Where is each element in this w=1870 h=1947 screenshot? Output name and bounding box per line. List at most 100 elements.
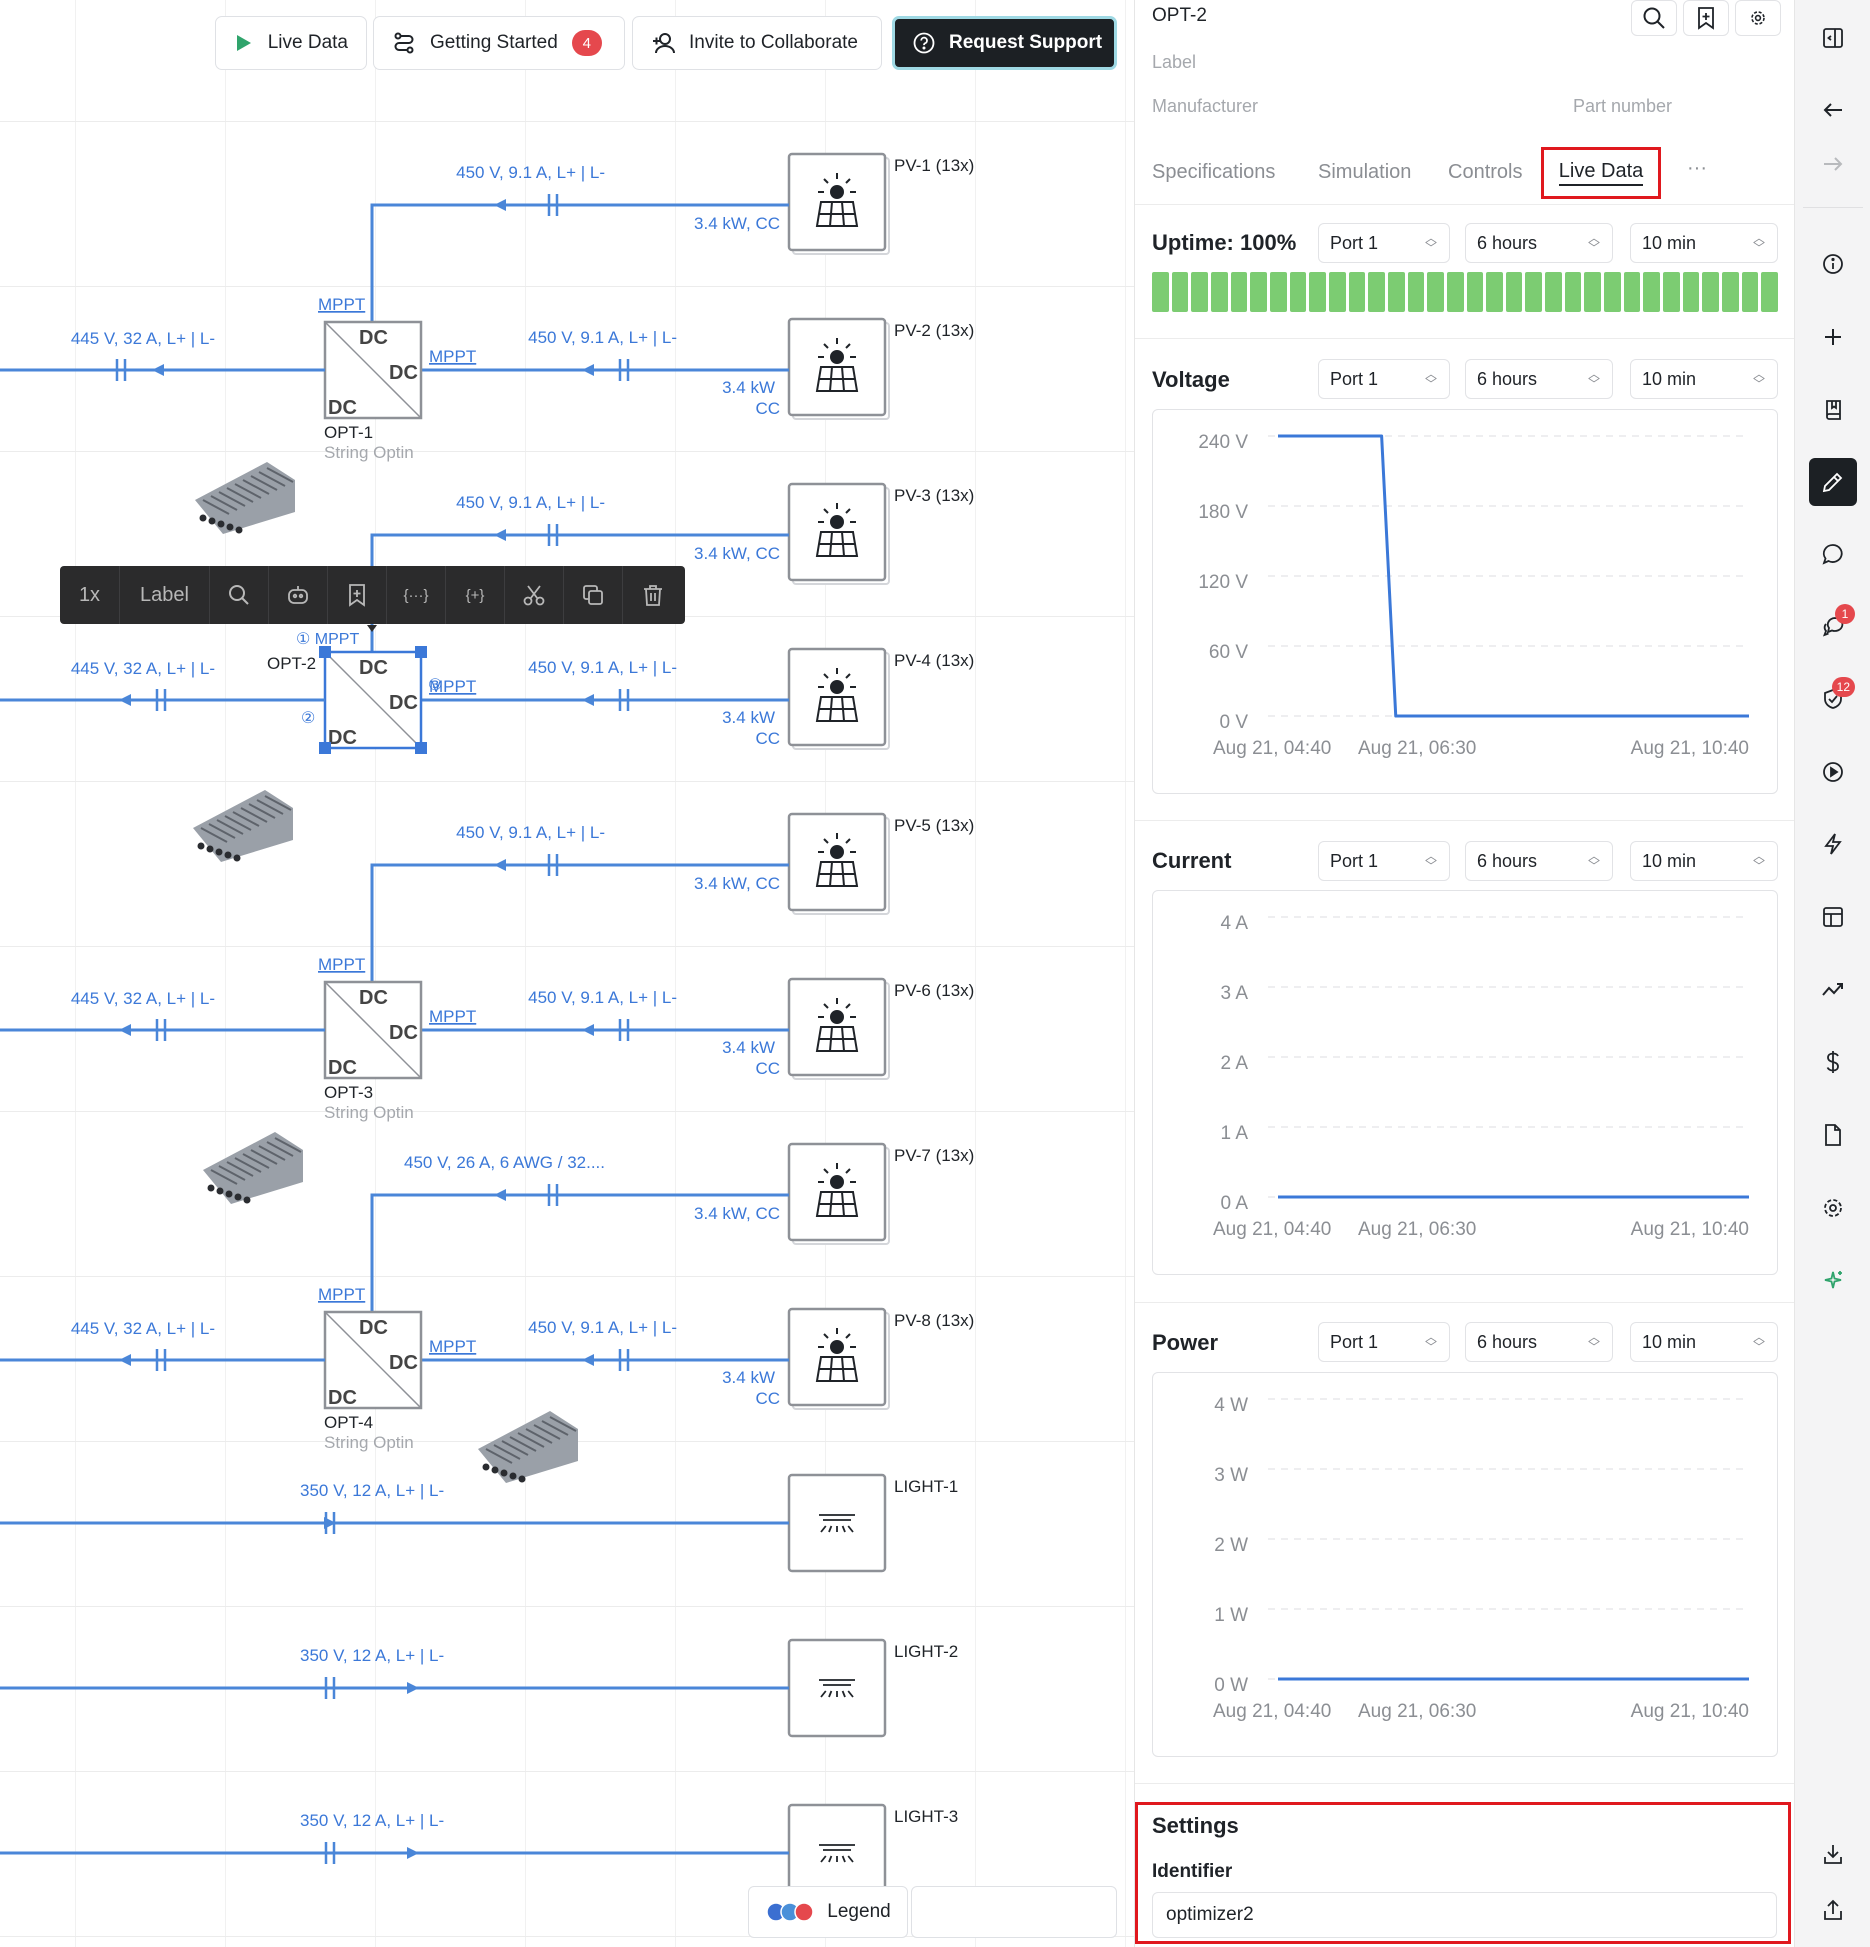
comment-icon[interactable] [1809, 530, 1857, 578]
legend-button[interactable]: Legend [748, 1886, 908, 1938]
power-title: Power [1152, 1330, 1219, 1355]
selection-toolbar: 1x Label {···} {+} [60, 566, 685, 624]
tab-specifications[interactable]: Specifications [1152, 161, 1275, 184]
share-icon[interactable] [1809, 1886, 1857, 1934]
identifier-label: Identifier [1152, 1861, 1233, 1882]
uptime-segment [1387, 272, 1405, 312]
uptime-label: Uptime: 100% [1152, 230, 1297, 255]
live-data-button[interactable]: Live Data [215, 16, 367, 70]
power-range-select[interactable]: 6 hours ︿ ﹀ [1465, 1322, 1613, 1362]
part-number-field[interactable]: Part number [1573, 96, 1672, 117]
file-icon[interactable] [1809, 1111, 1857, 1159]
gear-icon[interactable] [1809, 1184, 1857, 1232]
identifier-input[interactable]: optimizer2 [1152, 1892, 1777, 1938]
copy-icon[interactable] [564, 566, 623, 624]
tab-controls[interactable]: Controls [1448, 161, 1522, 184]
bookmark-plus-icon[interactable] [328, 566, 387, 624]
connector [509, 1472, 517, 1480]
braces-plus-icon[interactable]: {+} [446, 566, 505, 624]
connector [215, 848, 223, 856]
settings-section: Settings Identifier optimizer2 [1135, 1802, 1791, 1944]
tab-live-data[interactable]: Live Data [1541, 147, 1661, 199]
bolt-icon[interactable] [1809, 820, 1857, 868]
download-icon[interactable] [1809, 1830, 1857, 1878]
dollar-icon[interactable] [1809, 1038, 1857, 1086]
wire-label: 445 V, 32 A, L+ | L- [71, 1319, 215, 1338]
book-icon[interactable] [1809, 386, 1857, 434]
power-port-value: Port 1 [1330, 1331, 1379, 1352]
label-button[interactable]: Label [120, 566, 210, 624]
trash-icon[interactable] [623, 566, 682, 624]
uptime-interval-select[interactable]: 10 min ︿ ﹀ [1630, 223, 1778, 263]
power-interval-select[interactable]: 10 min ︿ ﹀ [1630, 1322, 1778, 1362]
trend-icon[interactable] [1809, 966, 1857, 1014]
manufacturer-field[interactable]: Manufacturer [1152, 96, 1258, 117]
play-icon[interactable] [1809, 748, 1857, 796]
sun-icon [830, 1010, 844, 1024]
uptime-segment [1427, 272, 1444, 312]
diagram-canvas[interactable]: PV-1 (13x) PV-2 (13x) PV-3 (13x) PV-4 (13x)… [0, 0, 1134, 1947]
connector [199, 514, 207, 522]
connector [243, 1196, 251, 1204]
connector [207, 1184, 215, 1192]
optimizer-label: OPT-4 [324, 1413, 373, 1432]
current-range-select[interactable]: 6 hours ︿ ﹀ [1465, 841, 1613, 881]
arrow-left-icon[interactable] [1809, 86, 1857, 134]
mppt-label: MPPT [429, 1337, 476, 1356]
sun-icon [830, 680, 844, 694]
component-title: OPT-2 [1152, 5, 1207, 26]
cut-icon[interactable] [505, 566, 564, 624]
single-line-diagram[interactable]: PV-1 (13x) PV-2 (13x) PV-3 (13x) PV-4 (13x)… [0, 0, 1134, 1947]
panel-toggle-icon[interactable] [1809, 14, 1857, 62]
legend-dot [794, 1902, 815, 1922]
arrow-right-icon[interactable] [1809, 140, 1857, 188]
uptime-segment [1604, 272, 1621, 312]
connector [206, 845, 214, 853]
getting-started-button[interactable]: Getting Started 4 [373, 16, 625, 70]
wire-label: 450 V, 9.1 A, L+ | L- [456, 163, 605, 182]
voltage-port-select[interactable]: Port 1 ︿ ﹀ [1318, 359, 1450, 399]
search-icon[interactable] [1631, 0, 1677, 36]
sparkle-icon[interactable] [1809, 1256, 1857, 1304]
wire-arrow [407, 1682, 419, 1694]
wire-arrow [494, 859, 506, 871]
shield-check-icon[interactable]: 12 [1809, 675, 1857, 723]
voltage-interval-select[interactable]: 10 min ︿ ﹀ [1630, 359, 1778, 399]
plus-icon[interactable] [1809, 313, 1857, 361]
optimizer-sublabel: String Optin [324, 443, 414, 462]
optimizer-sublabel: String Optin [324, 1433, 414, 1452]
optimizer-image [193, 790, 293, 862]
x-tick-label: Aug 21, 04:40 [1213, 738, 1331, 759]
zoom-indicator[interactable]: 1x [60, 566, 120, 624]
voltage-range-select[interactable]: 6 hours ︿ ﹀ [1465, 359, 1613, 399]
info-icon[interactable] [1809, 240, 1857, 288]
bookmark-plus-icon[interactable] [1683, 0, 1729, 36]
power-port-select[interactable]: Port 1 ︿ ﹀ [1318, 1322, 1450, 1362]
braces-icon[interactable]: {···} [387, 566, 446, 624]
user-plus-icon [651, 31, 675, 55]
uptime-port-select[interactable]: Port 1 ︿ ﹀ [1318, 223, 1450, 263]
tab-simulation[interactable]: Simulation [1318, 161, 1411, 184]
y-tick-label: 0 V [1219, 712, 1248, 733]
x-tick-label: Aug 21, 10:40 [1631, 1701, 1749, 1722]
search-icon[interactable] [210, 566, 269, 624]
table-icon[interactable] [1809, 893, 1857, 941]
request-support-button[interactable]: Request Support [892, 16, 1117, 70]
uptime-range-select[interactable]: 6 hours ︿ ﹀ [1465, 223, 1613, 263]
label-field[interactable]: Label [1152, 52, 1196, 73]
gear-icon[interactable] [1735, 0, 1781, 36]
pv-panel-label: PV-7 (13x) [894, 1146, 974, 1165]
pencil-icon[interactable] [1809, 458, 1857, 506]
y-tick-label: 4 W [1214, 1395, 1248, 1416]
current-port-select[interactable]: Port 1 ︿ ﹀ [1318, 841, 1450, 881]
comments-icon[interactable]: 1 [1809, 602, 1857, 650]
current-interval-select[interactable]: 10 min ︿ ﹀ [1630, 841, 1778, 881]
more-icon[interactable]: ··· [1687, 157, 1707, 180]
x-tick-label: Aug 21, 06:30 [1358, 1701, 1476, 1722]
uptime-segment [1505, 272, 1523, 312]
comments-badge: 1 [1835, 604, 1855, 624]
robot-icon[interactable] [269, 566, 328, 624]
connector [225, 1190, 233, 1198]
chevron-updown-icon: ︿ ﹀ [1587, 849, 1600, 873]
invite-button[interactable]: Invite to Collaborate [632, 16, 882, 70]
